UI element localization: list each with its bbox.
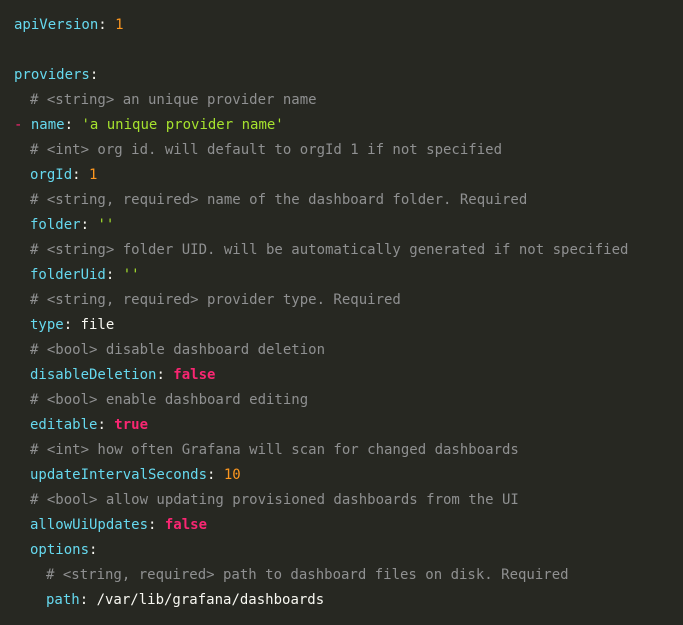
code-comment-line: # <string> an unique provider name (14, 88, 683, 113)
code-comment-line: # <string, required> path to dashboard f… (14, 563, 683, 588)
yaml-key: orgId (30, 167, 73, 183)
code-comment-line: # <bool> disable dashboard deletion (14, 338, 683, 363)
yaml-code-block: apiVersion: 1 providers: # <string> an u… (0, 0, 683, 625)
code-line-update-interval: updateIntervalSeconds: 10 (30, 467, 241, 483)
code-comment-line: # <bool> allow updating provisioned dash… (14, 488, 683, 513)
code-line-options: options: (30, 542, 98, 558)
yaml-plain-value: file (80, 317, 115, 333)
code-line-path: path: /var/lib/grafana/dashboards (46, 592, 325, 608)
yaml-comment: # <int> org id. will default to orgId 1 … (30, 142, 503, 158)
yaml-comment: # <int> how often Grafana will scan for … (30, 442, 519, 458)
yaml-key: updateIntervalSeconds (30, 467, 208, 483)
yaml-string-value: '' (122, 267, 140, 283)
yaml-comment: # <string, required> path to dashboard f… (46, 567, 569, 583)
code-line-api-version: apiVersion: 1 (14, 17, 124, 33)
yaml-key: folderUid (30, 267, 106, 283)
code-line-disable-deletion: disableDeletion: false (30, 367, 216, 383)
yaml-string-value: '' (97, 217, 115, 233)
code-line-name: - name: 'a unique provider name' (14, 117, 284, 133)
yaml-comment: # <string, required> provider type. Requ… (30, 292, 401, 308)
yaml-comment: # <bool> allow updating provisioned dash… (30, 492, 519, 508)
code-comment-line: # <string> folder UID. will be automatic… (14, 238, 683, 263)
yaml-number-value: 1 (115, 17, 124, 33)
yaml-boolean-value: false (173, 367, 216, 383)
code-comment-line: # <string, required> name of the dashboa… (14, 188, 683, 213)
code-line-folder: folder: '' (30, 217, 115, 233)
code-line-type: type: file (30, 317, 115, 333)
code-comment-line: # <int> org id. will default to orgId 1 … (14, 138, 683, 163)
yaml-key: disableDeletion (30, 367, 157, 383)
yaml-boolean-value: true (114, 417, 149, 433)
code-line-editable: editable: true (30, 417, 149, 433)
yaml-plain-value: /var/lib/grafana/dashboards (96, 592, 325, 608)
code-comment-line: # <int> how often Grafana will scan for … (14, 438, 683, 463)
code-line-providers: providers: (14, 67, 99, 83)
yaml-key: allowUiUpdates (30, 517, 149, 533)
yaml-key: path (46, 592, 80, 608)
yaml-boolean-value: false (164, 517, 208, 533)
code-line-folder-uid: folderUid: '' (30, 267, 140, 283)
code-comment-line: # <bool> enable dashboard editing (14, 388, 683, 413)
yaml-key: providers (14, 67, 90, 83)
yaml-key: type (30, 317, 64, 333)
yaml-number-value: 1 (89, 167, 98, 183)
yaml-key: options (30, 542, 90, 558)
yaml-key: folder (30, 217, 81, 233)
yaml-comment: # <string, required> name of the dashboa… (30, 192, 528, 208)
yaml-number-value: 10 (223, 467, 241, 483)
yaml-comment: # <bool> disable dashboard deletion (30, 342, 326, 358)
code-line-org-id: orgId: 1 (30, 167, 98, 183)
yaml-comment: # <bool> enable dashboard editing (30, 392, 309, 408)
code-comment-line: # <string, required> provider type. Requ… (14, 288, 683, 313)
yaml-comment: # <string> folder UID. will be automatic… (30, 242, 629, 258)
yaml-list-dash: - (14, 117, 31, 133)
yaml-key: name (30, 117, 65, 133)
yaml-string-value: 'a unique provider name' (81, 117, 284, 133)
yaml-key: editable (30, 417, 98, 433)
yaml-key: apiVersion (14, 17, 99, 33)
code-line-allow-ui-updates: allowUiUpdates: false (30, 517, 208, 533)
yaml-comment: # <string> an unique provider name (30, 92, 317, 108)
